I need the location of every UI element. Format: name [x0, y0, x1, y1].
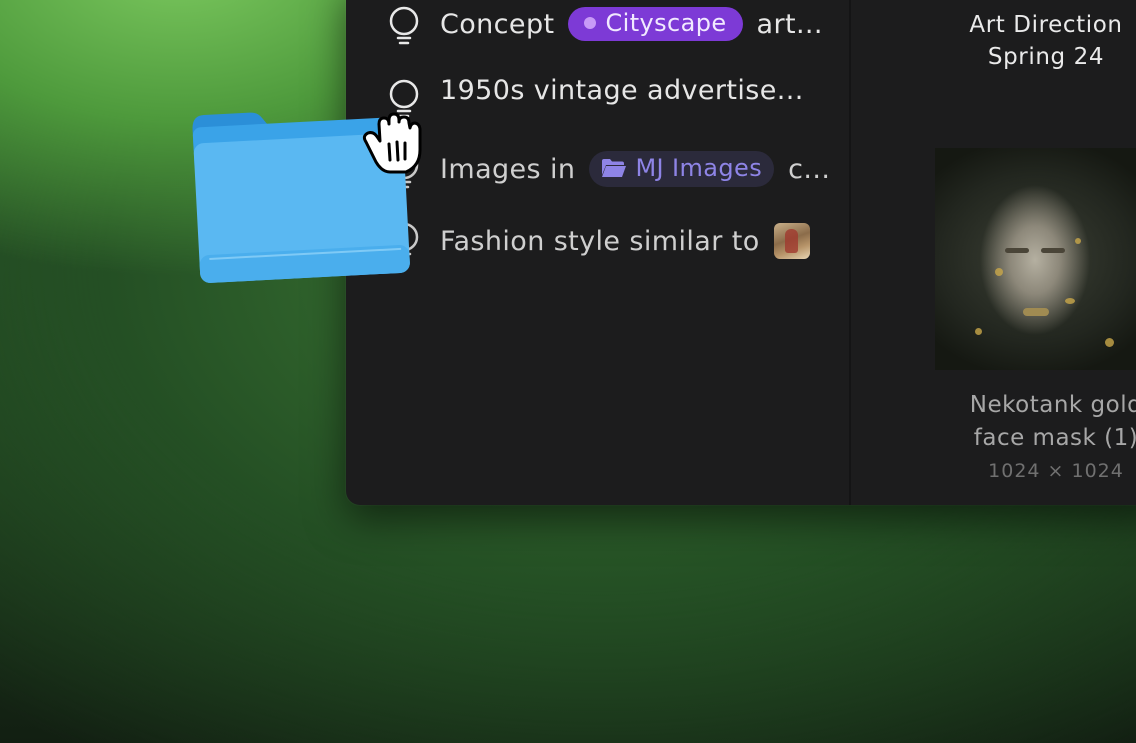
image-caption-line2: face mask (1) — [973, 425, 1136, 451]
tag-dot — [584, 17, 597, 29]
art-gold-fleck — [1105, 338, 1114, 347]
image-caption-line1: Nekotank gold — [969, 392, 1136, 418]
tag-chip[interactable]: Cityscape — [568, 7, 743, 41]
art-gold-fleck — [1065, 298, 1075, 304]
collection-title-line2: Spring 24 — [987, 44, 1105, 70]
folder-icon — [602, 159, 627, 177]
prompt-text-suffix: art... — [756, 8, 823, 40]
portrait-thumbnail — [773, 223, 810, 259]
collection-title: Art Direction Spring 24 — [946, 9, 1136, 73]
prompt-panel: Concept Cityscape art... 1950s vintage a… — [346, 0, 1136, 505]
image-thumbnail[interactable] — [935, 148, 1136, 370]
prompt-text: Concept — [440, 8, 555, 40]
art-gold-fleck — [1075, 238, 1081, 244]
tag-label: Cityscape — [605, 9, 727, 37]
grab-hand-cursor-icon — [362, 112, 422, 174]
collection-title-line1: Art Direction — [969, 12, 1123, 38]
prompt-text: Images in — [440, 153, 576, 185]
prompt-text: 1950s vintage advertise... — [440, 75, 804, 106]
folder-chip-label: MJ Images — [635, 154, 763, 182]
panel-divider — [849, 0, 851, 505]
prompt-text-suffix: c... — [788, 153, 831, 185]
art-eye — [1005, 248, 1029, 253]
image-dimensions: 1024 × 1024 — [988, 460, 1124, 482]
lightbulb-icon — [389, 6, 419, 45]
folder-chip[interactable]: MJ Images — [589, 151, 775, 187]
art-lips — [1023, 308, 1049, 316]
image-caption: Nekotank gold face mask (1) — [946, 389, 1136, 455]
art-gold-fleck — [975, 328, 982, 335]
prompt-text: Fashion style similar to — [440, 225, 760, 257]
art-gold-fleck — [995, 268, 1003, 276]
art-eye — [1041, 248, 1065, 253]
